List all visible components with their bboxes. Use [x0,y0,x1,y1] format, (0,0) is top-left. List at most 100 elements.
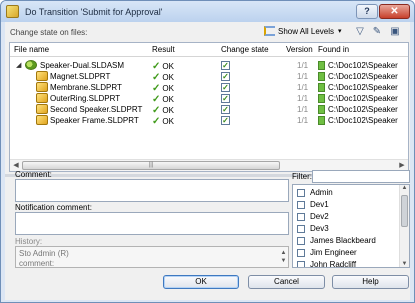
user-name: Dev1 [310,200,329,209]
filter-label: Filter: [292,172,312,181]
notification-comment-label: Notification comment: [15,203,92,212]
history-line-1: Sto Admin (R) [19,249,69,258]
change-state-checkbox[interactable]: ✓ [221,105,230,114]
user-name: James Blackbeard [310,236,376,245]
change-state-checkbox[interactable]: ✓ [221,61,230,70]
scroll-thumb[interactable] [401,195,408,227]
user-checkbox[interactable] [297,260,305,267]
title-bar[interactable]: Do Transition 'Submit for Approval' ? ✕ [1,1,414,22]
save-icon[interactable]: ▣ [389,26,401,38]
column-file-name[interactable]: File name [14,45,49,54]
folder-icon [318,61,325,70]
show-levels-label: Show All Levels [278,26,335,36]
version-cell: 1/1 [297,94,309,103]
chevron-down-icon: ▾ [338,28,342,35]
result-text: OK [162,62,174,71]
file-name: Speaker-Dual.SLDASM [40,61,125,70]
user-name: Jim Engineer [310,248,357,257]
scroll-thumb[interactable]: ||| [22,161,280,170]
history-box: Sto Admin (R) comment: ▲ ▼ [15,246,289,268]
list-item[interactable]: James Blackbeard [297,235,376,246]
file-name: OuterRing.SLDPRT [50,94,121,103]
title-help-button[interactable]: ? [356,4,378,19]
found-in-cell: C:\Doc102\Speaker [328,83,398,92]
list-item[interactable]: John Radcliff [297,259,357,268]
version-cell: 1/1 [297,83,309,92]
window-title: Do Transition 'Submit for Approval' [25,6,163,17]
change-state-checkbox[interactable]: ✓ [221,94,230,103]
user-checkbox[interactable] [297,248,305,257]
filter-icon[interactable]: ▽ [354,26,366,38]
part-icon [36,71,48,81]
result-text: OK [162,73,174,82]
scroll-down-arrow[interactable]: ▼ [279,256,288,266]
list-item[interactable]: Jim Engineer [297,247,357,258]
file-name: Second Speaker.SLDPRT [50,105,143,114]
check-icon: ✓ [152,116,161,127]
collapse-arrow-icon[interactable]: ◢ [16,61,21,69]
column-found-in[interactable]: Found in [318,45,349,54]
found-in-cell: C:\Doc102\Speaker [328,61,398,70]
list-item[interactable]: Dev3 [297,223,329,234]
ok-button[interactable]: OK [163,275,239,289]
edit-icon[interactable]: ✎ [371,26,383,38]
assembly-icon [25,60,37,70]
part-icon [36,115,48,125]
notification-comment-input[interactable] [15,212,289,235]
history-label: History: [15,237,43,246]
dialog-body: Change state on files: Show All Levels ▾… [5,22,410,300]
table-row[interactable]: Second Speaker.SLDPRT ✓ OK ✓ 1/1 C:\Doc10… [10,104,408,116]
show-levels-dropdown[interactable]: Show All Levels ▾ [264,26,342,36]
result-cell: ✓ OK [152,116,174,127]
list-item[interactable]: Dev1 [297,199,329,210]
scroll-up-arrow[interactable]: ▲ [400,185,409,191]
user-checkbox[interactable] [297,236,305,245]
change-state-checkbox[interactable]: ✓ [221,116,230,125]
folder-icon [318,105,325,114]
change-state-checkbox[interactable]: ✓ [221,83,230,92]
file-name: Magnet.SLDPRT [50,72,111,81]
folder-icon [318,94,325,103]
table-row[interactable]: Membrane.SLDPRT ✓ OK ✓ 1/1 C:\Doc102\Spea… [10,82,408,94]
tree-levels-icon [264,26,275,36]
table-row[interactable]: OuterRing.SLDPRT ✓ OK ✓ 1/1 C:\Doc102\Spe… [10,93,408,105]
user-checkbox[interactable] [297,212,305,221]
comment-input[interactable] [15,179,289,202]
found-in-cell: C:\Doc102\Speaker [328,116,398,125]
column-change-state[interactable]: Change state [221,45,269,54]
file-name: Membrane.SLDPRT [50,83,122,92]
cancel-button[interactable]: Cancel [248,275,325,289]
user-name: John Radcliff [310,260,357,268]
result-text: OK [162,95,174,104]
app-icon [6,5,19,18]
result-text: OK [162,117,174,126]
result-text: OK [162,106,174,115]
list-item[interactable]: Dev2 [297,211,329,222]
found-in-cell: C:\Doc102\Speaker [328,72,398,81]
close-button[interactable]: ✕ [379,4,410,19]
version-cell: 1/1 [297,72,309,81]
list-item[interactable]: Admin [297,187,333,198]
column-version[interactable]: Version [286,45,313,54]
user-list: Admin Dev1 Dev2 Dev3 James Blackbeard Ji… [292,184,410,268]
help-button[interactable]: Help [332,275,409,289]
user-checkbox[interactable] [297,200,305,209]
part-icon [36,82,48,92]
comment-label: Comment: [15,170,52,179]
table-row[interactable]: ◢ Speaker-Dual.SLDASM ✓ OK ✓ 1/1 C:\Doc10… [10,60,408,72]
list-scrollbar[interactable]: ▲ ▼ [399,185,409,267]
user-checkbox[interactable] [297,224,305,233]
history-line-2: comment: [19,259,55,268]
filter-input[interactable] [312,170,410,183]
table-row[interactable]: Speaker Frame.SLDPRT ✓ OK ✓ 1/1 C:\Doc102… [10,115,408,127]
change-state-checkbox[interactable]: ✓ [221,72,230,81]
user-checkbox[interactable] [297,188,305,197]
file-name: Speaker Frame.SLDPRT [50,116,139,125]
found-in-cell: C:\Doc102\Speaker [328,94,398,103]
table-row[interactable]: Magnet.SLDPRT ✓ OK ✓ 1/1 C:\Doc102\Speake… [10,71,408,83]
part-icon [36,104,48,114]
part-icon [36,93,48,103]
folder-icon [318,72,325,81]
column-result[interactable]: Result [152,45,175,54]
scroll-down-arrow[interactable]: ▼ [400,261,409,267]
